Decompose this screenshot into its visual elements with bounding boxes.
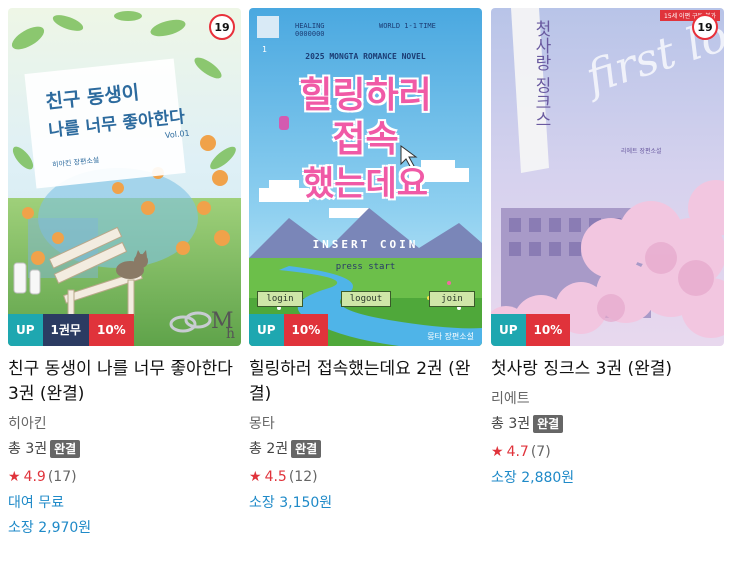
volume-info: 총 2권 완결 <box>249 438 482 460</box>
book-card-1[interactable]: M h 친구 동생이 나를 너무 좋아한다 Vol.01 히아킨 장편소설 19… <box>8 8 241 539</box>
hud-world: WORLD 1-1 <box>379 22 417 30</box>
book-title[interactable]: 친구 동생이 나를 너무 좋아한다 3권 (완결) <box>8 357 241 407</box>
book-title[interactable]: 힐링하러 접속했는데요 2권 (완결) <box>249 357 482 407</box>
age-19-badge: 19 <box>209 14 235 40</box>
own-price[interactable]: 소장 2,880원 <box>491 467 724 489</box>
rental-price[interactable]: 대여 무료 <box>8 492 241 514</box>
hud-time: TIME <box>419 22 436 30</box>
free-volume-tag: 1권무 <box>42 314 89 346</box>
complete-badge: 완결 <box>50 440 81 458</box>
discount-tag: 10% <box>283 314 329 346</box>
svg-text:h: h <box>226 326 235 342</box>
star-icon: ★ <box>8 469 21 485</box>
cover-title-vertical: 첫사랑 징크스 <box>531 20 551 128</box>
book-cover-2[interactable]: 1 HEALING 0000000 WORLD 1-1 TIME 2025 MO… <box>249 8 482 346</box>
cover-author: 리에트 장편소설 <box>621 148 662 155</box>
book-cover-1[interactable]: M h 친구 동생이 나를 너무 좋아한다 Vol.01 히아킨 장편소설 19… <box>8 8 241 346</box>
own-price[interactable]: 소장 2,970원 <box>8 517 241 539</box>
star-icon: ★ <box>491 444 504 460</box>
up-tag: UP <box>8 314 43 346</box>
cover-tags-1: UP 1권무 10% <box>8 314 134 346</box>
complete-badge: 완결 <box>291 440 322 458</box>
hud-score: HEALING 0000000 <box>295 22 325 38</box>
rating: ★ 4.5 (12) <box>249 466 482 488</box>
age-19-badge: 19 <box>692 14 718 40</box>
rating-count: (12) <box>288 469 318 485</box>
cover-title-line2: 접속 <box>332 119 399 160</box>
cover-press-start: press start <box>335 262 396 272</box>
cover-login: login <box>257 291 303 307</box>
rating-score: 4.7 <box>506 444 529 460</box>
cover-title-line1: 힐링하러 <box>299 75 432 116</box>
cover-tags-2: UP 10% <box>249 314 329 346</box>
cover-illustration-1: M h <box>8 8 241 346</box>
cover-title-block-2: 힐링하러 접속 했는데요 <box>249 74 482 206</box>
cover-author: 몽타 장편소설 <box>427 332 474 341</box>
cover-tags-3: UP 10% <box>491 314 571 346</box>
up-tag: UP <box>491 314 526 346</box>
rating-score: 4.5 <box>264 469 287 485</box>
rating: ★ 4.7 (7) <box>491 441 724 463</box>
volume-count: 총 3권 <box>8 441 48 457</box>
cover-join: join <box>429 291 475 307</box>
cover-insert-coin: INSERT COIN <box>312 238 419 251</box>
rating-score: 4.9 <box>23 469 46 485</box>
book-cover-3[interactable]: first love 15세 이편 구독 불가 첫사랑 징크스 리에트 장편소설… <box>491 8 724 346</box>
volume-count: 총 2권 <box>249 441 289 457</box>
volume-count: 총 3권 <box>491 416 531 432</box>
cover-subtitle: 2025 MONGTA ROMANCE NOVEL <box>305 52 426 61</box>
rating-count: (17) <box>47 469 77 485</box>
book-card-2[interactable]: 1 HEALING 0000000 WORLD 1-1 TIME 2025 MO… <box>249 8 482 514</box>
discount-tag: 10% <box>525 314 571 346</box>
volume-info: 총 3권 완결 <box>8 438 241 460</box>
book-card-3[interactable]: first love 15세 이편 구독 불가 첫사랑 징크스 리에트 장편소설… <box>491 8 724 489</box>
discount-tag: 10% <box>88 314 134 346</box>
own-price[interactable]: 소장 3,150원 <box>249 492 482 514</box>
volume-info: 총 3권 완결 <box>491 413 724 435</box>
complete-badge: 완결 <box>533 415 564 433</box>
cover-logout: logout <box>341 291 391 307</box>
star-icon: ★ <box>249 469 262 485</box>
cover-title-block-1: 친구 동생이 나를 너무 좋아한다 Vol.01 히아킨 장편소설 <box>44 73 192 170</box>
book-title[interactable]: 첫사랑 징크스 3권 (완결) <box>491 357 724 382</box>
book-author[interactable]: 몽타 <box>249 414 482 434</box>
rating: ★ 4.9 (17) <box>8 466 241 488</box>
rating-count: (7) <box>530 444 551 460</box>
book-author[interactable]: 히아킨 <box>8 414 241 434</box>
cover-title-line3: 했는데요 <box>302 164 429 204</box>
book-author[interactable]: 리에트 <box>491 389 724 409</box>
up-tag: UP <box>249 314 284 346</box>
